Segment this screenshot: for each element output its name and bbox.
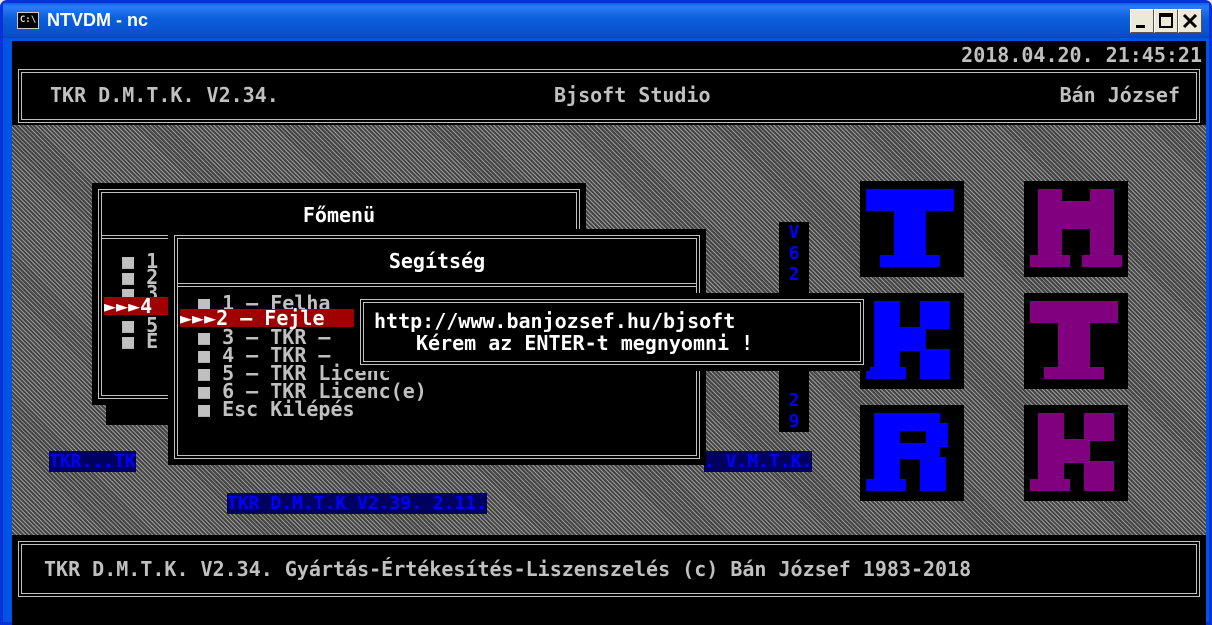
side-letter <box>779 369 809 390</box>
side-letter: 2 <box>788 264 800 285</box>
version-label: TKR D.M.T.K V2.39. 2.11. <box>227 493 488 514</box>
side-letter: 9 <box>788 411 800 432</box>
footer-text: TKR D.M.T.K. V2.34. Gyártás-Értékesítés-… <box>44 557 972 581</box>
console-area[interactable]: 2018.04.20. 21:45:21 TKR D.M.T.K. V2.34.… <box>12 41 1206 625</box>
logo-letter-k <box>860 293 964 389</box>
dialog-enter-key: ENTER <box>524 331 585 355</box>
ntvdm-window: C:\ NTVDM - nc 2018.04.20. 21:45:21 TKR … <box>0 0 1212 625</box>
dialog-prompt-text: Kérem az ENTER-t megnyomni ! <box>416 331 753 355</box>
side-letter: 2 <box>788 390 800 411</box>
main-menu-item[interactable]: ■ E <box>122 329 158 353</box>
dialog-prompt-suffix: -t megnyomni ! <box>584 331 754 355</box>
blue-label-left: TKR...TK <box>49 451 136 472</box>
minimize-icon <box>1136 25 1145 28</box>
logo-letter-k-2 <box>1024 405 1128 501</box>
console-app-icon[interactable]: C:\ <box>17 12 39 29</box>
footer-box: TKR D.M.T.K. V2.34. Gyártás-Értékesítés-… <box>18 541 1200 597</box>
header-center: Bjsoft Studio <box>554 83 711 107</box>
side-letter: V <box>788 222 800 243</box>
help-menu-item[interactable]: ■ Esc Kilépés <box>198 397 355 421</box>
dialog-url-text: http://www.banjozsef.hu/bjsoft <box>374 309 736 333</box>
close-icon <box>1182 13 1198 29</box>
title-bar[interactable]: C:\ NTVDM - nc <box>3 3 1209 38</box>
close-button[interactable] <box>1178 9 1202 33</box>
help-menu-title: Segítség <box>388 249 486 273</box>
logo-letter-r <box>860 405 964 501</box>
side-letter: 6 <box>788 243 800 264</box>
dialog-prompt-prefix: Kérem az <box>416 331 525 355</box>
logo-letter-t <box>860 181 964 277</box>
main-menu-title: Főmenü <box>302 203 376 227</box>
maximize-icon <box>1159 13 1173 28</box>
message-dialog: http://www.banjozsef.hu/bjsoft Kérem az … <box>354 293 870 371</box>
header-box: TKR D.M.T.K. V2.34. Bjsoft Studio Bán Jó… <box>18 69 1200 123</box>
logo-letter-t-2 <box>1024 293 1128 389</box>
header-right: Bán József <box>1059 83 1180 107</box>
window-title: NTVDM - nc <box>47 10 148 30</box>
blue-label-right: . V.M.T.K. <box>704 451 813 472</box>
header-left: TKR D.M.T.K. V2.34. <box>50 83 279 107</box>
maximize-button[interactable] <box>1154 9 1178 33</box>
logo-letter-m <box>1024 181 1128 277</box>
help-menu-divider <box>178 283 696 287</box>
datetime-readout: 2018.04.20. 21:45:21 <box>961 43 1202 67</box>
minimize-button[interactable] <box>1130 9 1154 33</box>
